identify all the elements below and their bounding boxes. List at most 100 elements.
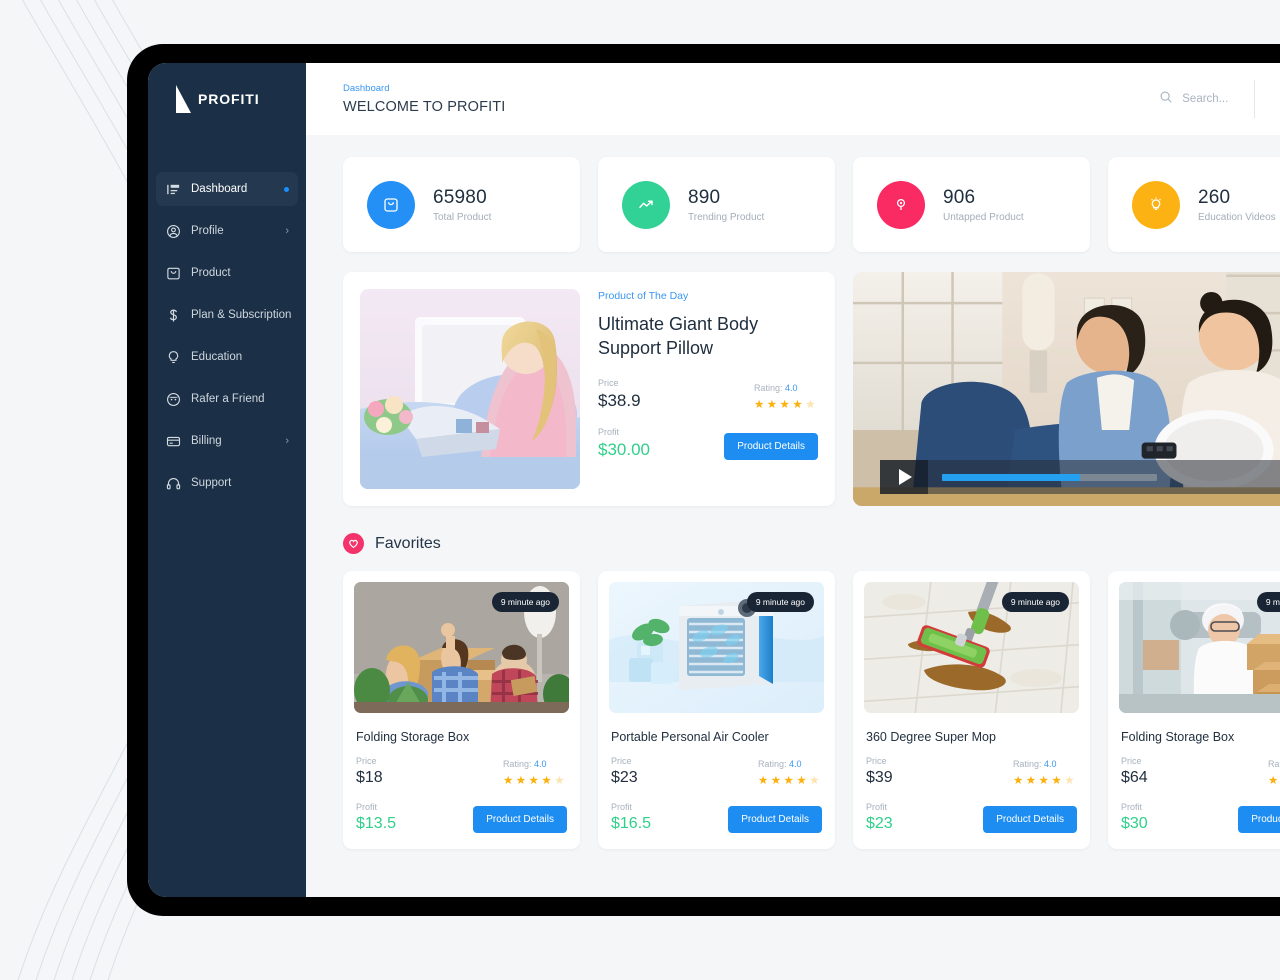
chevron-right-icon[interactable]: › (285, 435, 289, 447)
favorite-card[interactable]: 9 minute ago Folding Storage Box Price $… (1108, 571, 1280, 849)
profit-label: Profit (356, 802, 378, 812)
profit-label: Profit (598, 426, 620, 437)
sidebar-item-label: Education (191, 351, 243, 363)
price-value: $38.9 (598, 390, 641, 410)
video-controls (880, 460, 1280, 494)
brand-logo[interactable]: PROFITI (148, 63, 306, 135)
stat-label: Total Product (433, 211, 492, 223)
stat-card-education-videos[interactable]: 260 Education Videos (1108, 157, 1280, 252)
star-rating: ★★★★★ (1267, 775, 1280, 787)
sidebar-item-plan-subscription[interactable]: Plan & Subscription (156, 298, 298, 332)
favorite-profit-action: Profit $30 Product Details (1121, 802, 1280, 833)
user-circle-icon (165, 223, 181, 239)
stat-card-total-product[interactable]: 65980 Total Product (343, 157, 580, 252)
favorite-profit-action: Profit $23 Product Details (866, 802, 1077, 833)
favorite-card[interactable]: 9 minute ago Folding Storage Box Price $… (343, 571, 580, 849)
sidebar-item-profile[interactable]: Profile › (156, 214, 298, 248)
favorite-name: Folding Storage Box (356, 730, 470, 744)
favorites-row: 9 minute ago Folding Storage Box Price $… (343, 571, 1280, 849)
product-details-button[interactable]: Product Details (1238, 806, 1280, 833)
price-label: Price (611, 756, 632, 766)
stat-value: 890 (688, 186, 721, 208)
pin-icon (877, 180, 925, 229)
topbar: Dashboard WELCOME TO PROFITI Search... (306, 63, 1280, 135)
price-block: Price $38.9 (598, 378, 641, 411)
chevron-right-icon[interactable]: › (285, 225, 289, 237)
breadcrumb[interactable]: Dashboard (343, 83, 505, 94)
profit-label: Profit (1121, 802, 1143, 812)
profit-value: $13.5 (356, 815, 397, 832)
rating-label-text: Rating: (502, 759, 532, 769)
star-rating: ★★★★★ (1012, 775, 1077, 787)
favorite-name: Folding Storage Box (1121, 730, 1235, 744)
sidebar-item-refer-a-friend[interactable]: Rafer a Friend (156, 382, 298, 416)
time-badge: 9 minute ago (746, 592, 814, 612)
price-value: $23 (611, 769, 638, 786)
video-progress-bar[interactable] (928, 460, 1280, 494)
profit-block: Profit $13.5 (356, 802, 396, 833)
stat-label: Trending Product (688, 211, 765, 223)
stat-value: 906 (943, 186, 976, 208)
profit-value: $30 (1121, 815, 1148, 832)
breadcrumb-block: Dashboard WELCOME TO PROFITI (343, 83, 505, 115)
rating-value: 4.0 (784, 382, 798, 393)
favorite-image: 9 minute ago (1119, 582, 1280, 713)
price-label: Price (1121, 756, 1142, 766)
education-video-card[interactable] (853, 272, 1280, 506)
progress-track[interactable] (942, 473, 1157, 481)
product-of-the-day-image (360, 289, 580, 489)
play-icon[interactable] (880, 460, 928, 494)
favorite-card[interactable]: 9 minute ago 360 Degree Super Mop Price … (853, 571, 1090, 849)
product-details-button[interactable]: Product Details (724, 432, 818, 460)
rating-block: Rating: 4.0 ★★★★★ (503, 759, 567, 787)
rating-label-text: Rating: (753, 382, 783, 393)
price-label: Price (866, 756, 887, 766)
star-rating: ★★★★★ (753, 398, 818, 411)
sidebar-item-dashboard[interactable]: Dashboard (156, 172, 298, 206)
sidebar-item-label: Profile (191, 225, 224, 237)
product-of-the-day-price-rating: Price $38.9 Rating: 4.0 ★★★★★ (598, 378, 818, 411)
feature-row: Product of The Day Ultimate Giant Body S… (343, 272, 1280, 506)
topbar-right: Search... Goseo Bone (1159, 63, 1280, 135)
favorites-title: Favorites (375, 534, 441, 552)
favorite-card[interactable]: 9 minute ago Portable Personal Air Coole… (598, 571, 835, 849)
sidebar-item-support[interactable]: Support (156, 466, 298, 500)
product-of-the-day-title: Ultimate Giant Body Support Pillow (598, 314, 759, 358)
stat-value: 260 (1198, 186, 1231, 208)
time-badge: 9 minute ago (1256, 592, 1280, 612)
user-menu[interactable]: Goseo Bone (1255, 85, 1280, 113)
price-label: Price (356, 756, 377, 766)
rating-label: Rating: 4.0 (1013, 759, 1077, 769)
rating-block: Rating: 4.0 ★★★★★ (1268, 759, 1280, 787)
stat-card-untapped-product[interactable]: 906 Untapped Product (853, 157, 1090, 252)
favorite-price-rating: Price $18 Rating: 4.0 ★★★★★ (356, 756, 567, 787)
favorite-image: 9 minute ago (609, 582, 824, 713)
sidebar-item-billing[interactable]: Billing › (156, 424, 298, 458)
bulb-icon (165, 349, 181, 365)
favorite-image: 9 minute ago (864, 582, 1079, 713)
profit-value: $16.5 (611, 815, 652, 832)
search-input[interactable]: Search... (1159, 90, 1254, 109)
stat-card-trending-product[interactable]: 890 Trending Product (598, 157, 835, 252)
heart-icon (343, 533, 364, 554)
app-screen: PROFITI Dashboard Profile › Product Plan… (148, 63, 1280, 897)
product-details-button[interactable]: Product Details (473, 806, 567, 833)
profit-block: Profit $30 (1121, 802, 1148, 833)
favorite-image: 9 minute ago (354, 582, 569, 713)
product-of-the-day-info: Product of The Day Ultimate Giant Body S… (598, 289, 818, 489)
star-rating: ★★★★★ (757, 775, 822, 787)
shopping-bag-icon (367, 180, 415, 229)
sidebar-item-product[interactable]: Product (156, 256, 298, 290)
favorite-name: 360 Degree Super Mop (866, 730, 996, 744)
sidebar-item-label: Product (191, 267, 231, 279)
rating-block: Rating: 4.0 ★★★★★ (758, 759, 822, 787)
product-details-button[interactable]: Product Details (983, 806, 1077, 833)
page-title: WELCOME TO PROFITI (343, 99, 506, 115)
sidebar-item-education[interactable]: Education (156, 340, 298, 374)
price-block: Price $39 (866, 756, 893, 787)
product-of-the-day-eyebrow: Product of The Day (598, 290, 689, 302)
product-details-button[interactable]: Product Details (728, 806, 822, 833)
product-of-the-day-profit-action: Profit $30.00 Product Details (598, 427, 818, 460)
favorite-price-rating: Price $64 Rating: 4.0 ★★★★★ (1121, 756, 1280, 787)
favorite-price-rating: Price $39 Rating: 4.0 ★★★★★ (866, 756, 1077, 787)
